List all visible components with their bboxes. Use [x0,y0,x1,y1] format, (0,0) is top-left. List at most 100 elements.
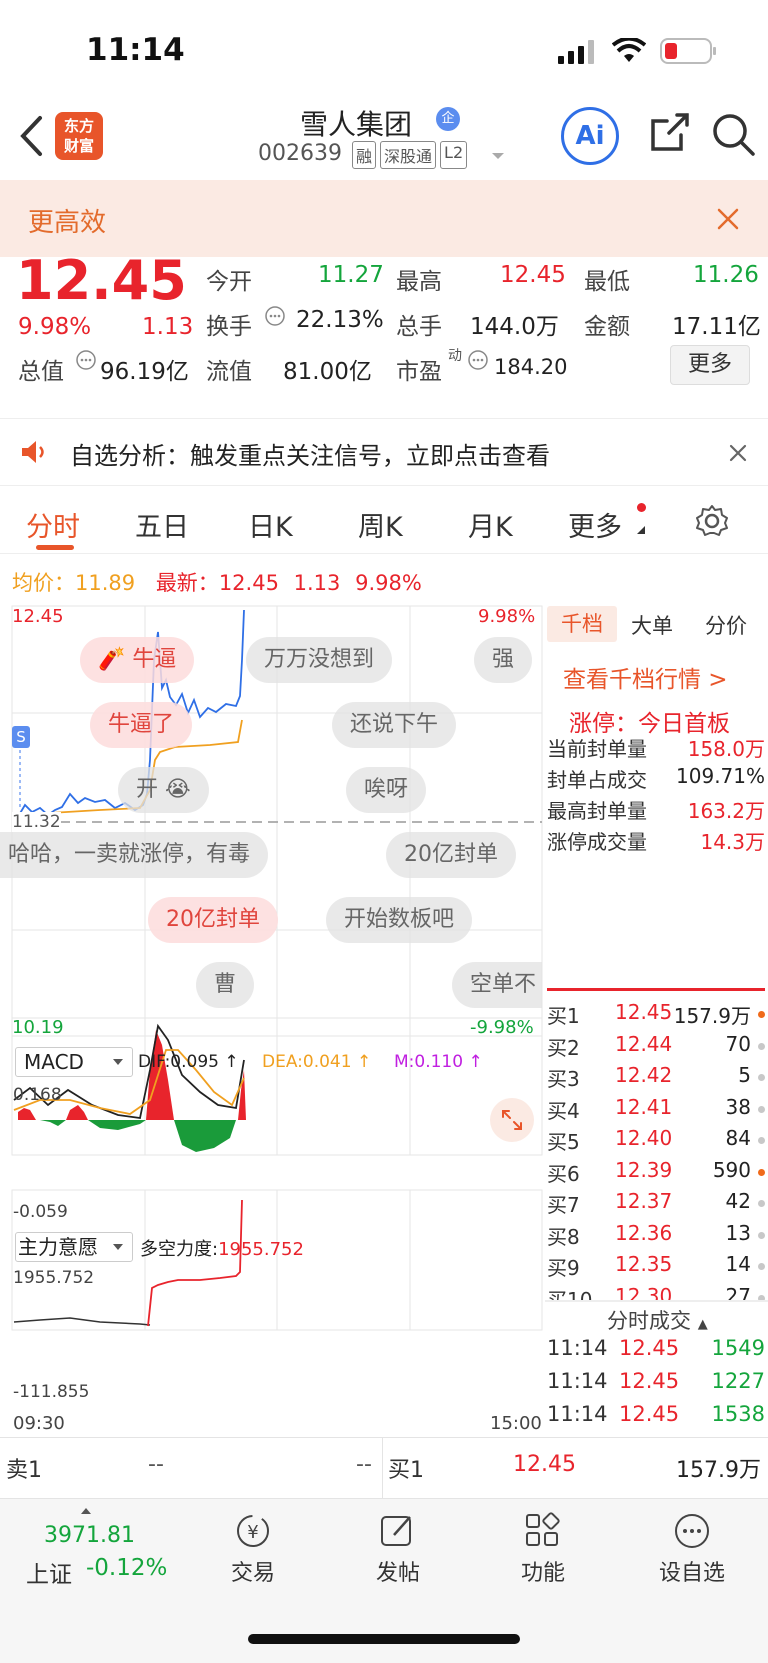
chart-canvas[interactable] [0,600,545,1440]
stock-name[interactable]: 雪人集团 [300,103,412,143]
comment-bubble[interactable]: 🧨 牛逼 [80,637,195,683]
turnover-value: 22.13% [296,307,384,333]
banner-text: 更高效 [28,208,107,238]
chart-bottom-price: 10.19 [12,1017,64,1038]
add-watchlist-button[interactable]: 设自选 [652,1511,732,1611]
notice-bar[interactable]: 自选分析：触发重点关注信号，立即点击查看 [0,418,768,486]
bid-row[interactable]: 买10 12.30 27 [547,1283,765,1301]
share-icon[interactable] [647,111,691,155]
tab-monthly-k[interactable]: 月K [468,505,513,544]
macd-selector[interactable]: MACD [15,1047,133,1077]
bubble-text: 开 [136,777,159,802]
flow-strength-label: 多空力度: [140,1239,219,1260]
comment-bubble[interactable]: 强 [474,637,533,683]
bid-book: 买1 12.45 157.9万 买2 12.44 70 买3 12.42 5 买4 12.41 38 买… [547,1000,765,1300]
macd-bottom: -0.059 [13,1202,68,1222]
change-pct: 9.98% [18,314,92,340]
comment-bubble[interactable]: 万万没想到 [246,637,393,683]
pe-sup: 动 [448,348,462,364]
comment-bubble[interactable]: 曹 [196,962,255,1008]
low-label: 最低 [584,269,630,295]
bid-price: 12.37 [615,1189,673,1213]
settings-icon[interactable] [694,503,730,539]
close-icon[interactable] [716,207,740,231]
functions-label: 功能 [520,1561,565,1586]
pe-value: 184.20 [494,355,568,379]
bid-price: 12.30 [615,1283,673,1301]
panel-tab-bigorder[interactable]: 大单 [631,610,673,640]
avg-value: 11.89 [75,571,136,595]
comment-bubble[interactable]: 20亿封单 [148,897,278,943]
app-logo[interactable]: 东方 财富 [55,112,103,160]
comment-bubble[interactable]: 牛逼了 [90,702,193,748]
amount-value: 17.11亿 [672,314,761,340]
status-time: 11:14 [86,32,185,68]
ai-button[interactable]: Ai [561,107,619,165]
svg-text:¥: ¥ [247,1522,258,1543]
bid-price: 12.41 [615,1094,673,1119]
bid-row[interactable]: 买5 12.40 84 [547,1126,765,1157]
trade-button[interactable]: ¥ 交易 [225,1511,281,1611]
tab-more[interactable]: 更多 [568,505,622,544]
stat-value: 158.0万 [687,737,765,761]
functions-button[interactable]: 功能 [515,1511,571,1611]
chart-prev-close: 11.32 [12,812,61,832]
comment-bubble[interactable]: 20亿封单 [386,832,516,878]
mktcap-label: 总值 [18,359,64,385]
bid-row[interactable]: 买8 12.36 13 [547,1221,765,1252]
bid-price: 12.44 [615,1031,673,1056]
comment-bubble[interactable]: 哈哈，一卖就涨停，有毒 [0,832,269,878]
close-icon[interactable] [728,443,748,463]
index-widget[interactable]: 3971.81 上证 -0.12% [0,1499,175,1609]
comment-bubble[interactable]: 还说下午 [332,702,457,748]
low-value: 11.26 [693,262,759,288]
panel-tab-depth[interactable]: 千档 [547,606,617,642]
dropdown-icon[interactable] [490,151,506,161]
s-marker[interactable]: S [12,726,30,748]
flow-selector[interactable]: 主力意愿 [15,1232,133,1262]
tab-intraday[interactable]: 分时 [26,505,80,544]
info-icon[interactable] [467,349,489,371]
tick-row: 11:14 12.45 1538 [547,1402,765,1432]
more-button[interactable]: 更多 [670,345,750,385]
bid-row[interactable]: 买4 12.41 38 [547,1095,765,1126]
buy1-label: 买1 [388,1458,424,1483]
post-button[interactable]: 发帖 [370,1511,426,1611]
bid-row[interactable]: 买9 12.35 14 [547,1252,765,1283]
comment-bubble[interactable]: 开 😭 [118,767,209,813]
bid-label: 买3 [547,1067,580,1091]
comment-bubble[interactable]: 开始数板吧 [326,897,473,943]
promo-banner[interactable]: 更高效 [0,180,768,257]
open-label: 今开 [206,269,252,295]
latest-value: 12.45 [218,571,279,595]
comment-bubble[interactable]: 空单不 [452,962,542,1008]
wifi-icon [612,38,646,62]
search-icon[interactable] [710,111,758,159]
post-label: 发帖 [375,1561,420,1586]
tab-weekly-k[interactable]: 周K [358,505,403,544]
index-pct: -0.12% [86,1555,168,1581]
view-depth-link[interactable]: 查看千档行情 > [563,660,728,694]
bid-row[interactable]: 买2 12.44 70 [547,1032,765,1063]
bid-row[interactable]: 买1 12.45 157.9万 [547,1000,765,1031]
bid-row[interactable]: 买3 12.42 5 [547,1063,765,1094]
panel-tab-price[interactable]: 分价 [705,610,747,640]
ticks-title[interactable]: 分时成交 ▲ [607,1305,708,1335]
expand-button[interactable] [490,1098,534,1142]
change-amount: 1.13 [142,314,194,340]
bid-row[interactable]: 买6 12.39 590 [547,1158,765,1189]
back-icon[interactable] [18,115,44,157]
bid-row[interactable]: 买7 12.37 42 [547,1189,765,1220]
info-icon[interactable] [75,349,97,371]
comment-bubble[interactable]: 唉呀 [346,767,427,813]
bid-dot [758,1074,765,1081]
open-value: 11.27 [318,262,384,288]
notice-text: 自选分析：触发重点关注信号，立即点击查看 [70,442,550,470]
tab-daily-k[interactable]: 日K [248,505,293,544]
info-icon[interactable] [264,305,286,327]
tab-five-day[interactable]: 五日 [135,505,189,544]
stat-label: 涨停成交量 [547,830,647,854]
stat-value: 163.2万 [687,799,765,823]
macd-top: 0.168 [13,1085,62,1105]
tick-time: 11:14 [547,1336,608,1360]
